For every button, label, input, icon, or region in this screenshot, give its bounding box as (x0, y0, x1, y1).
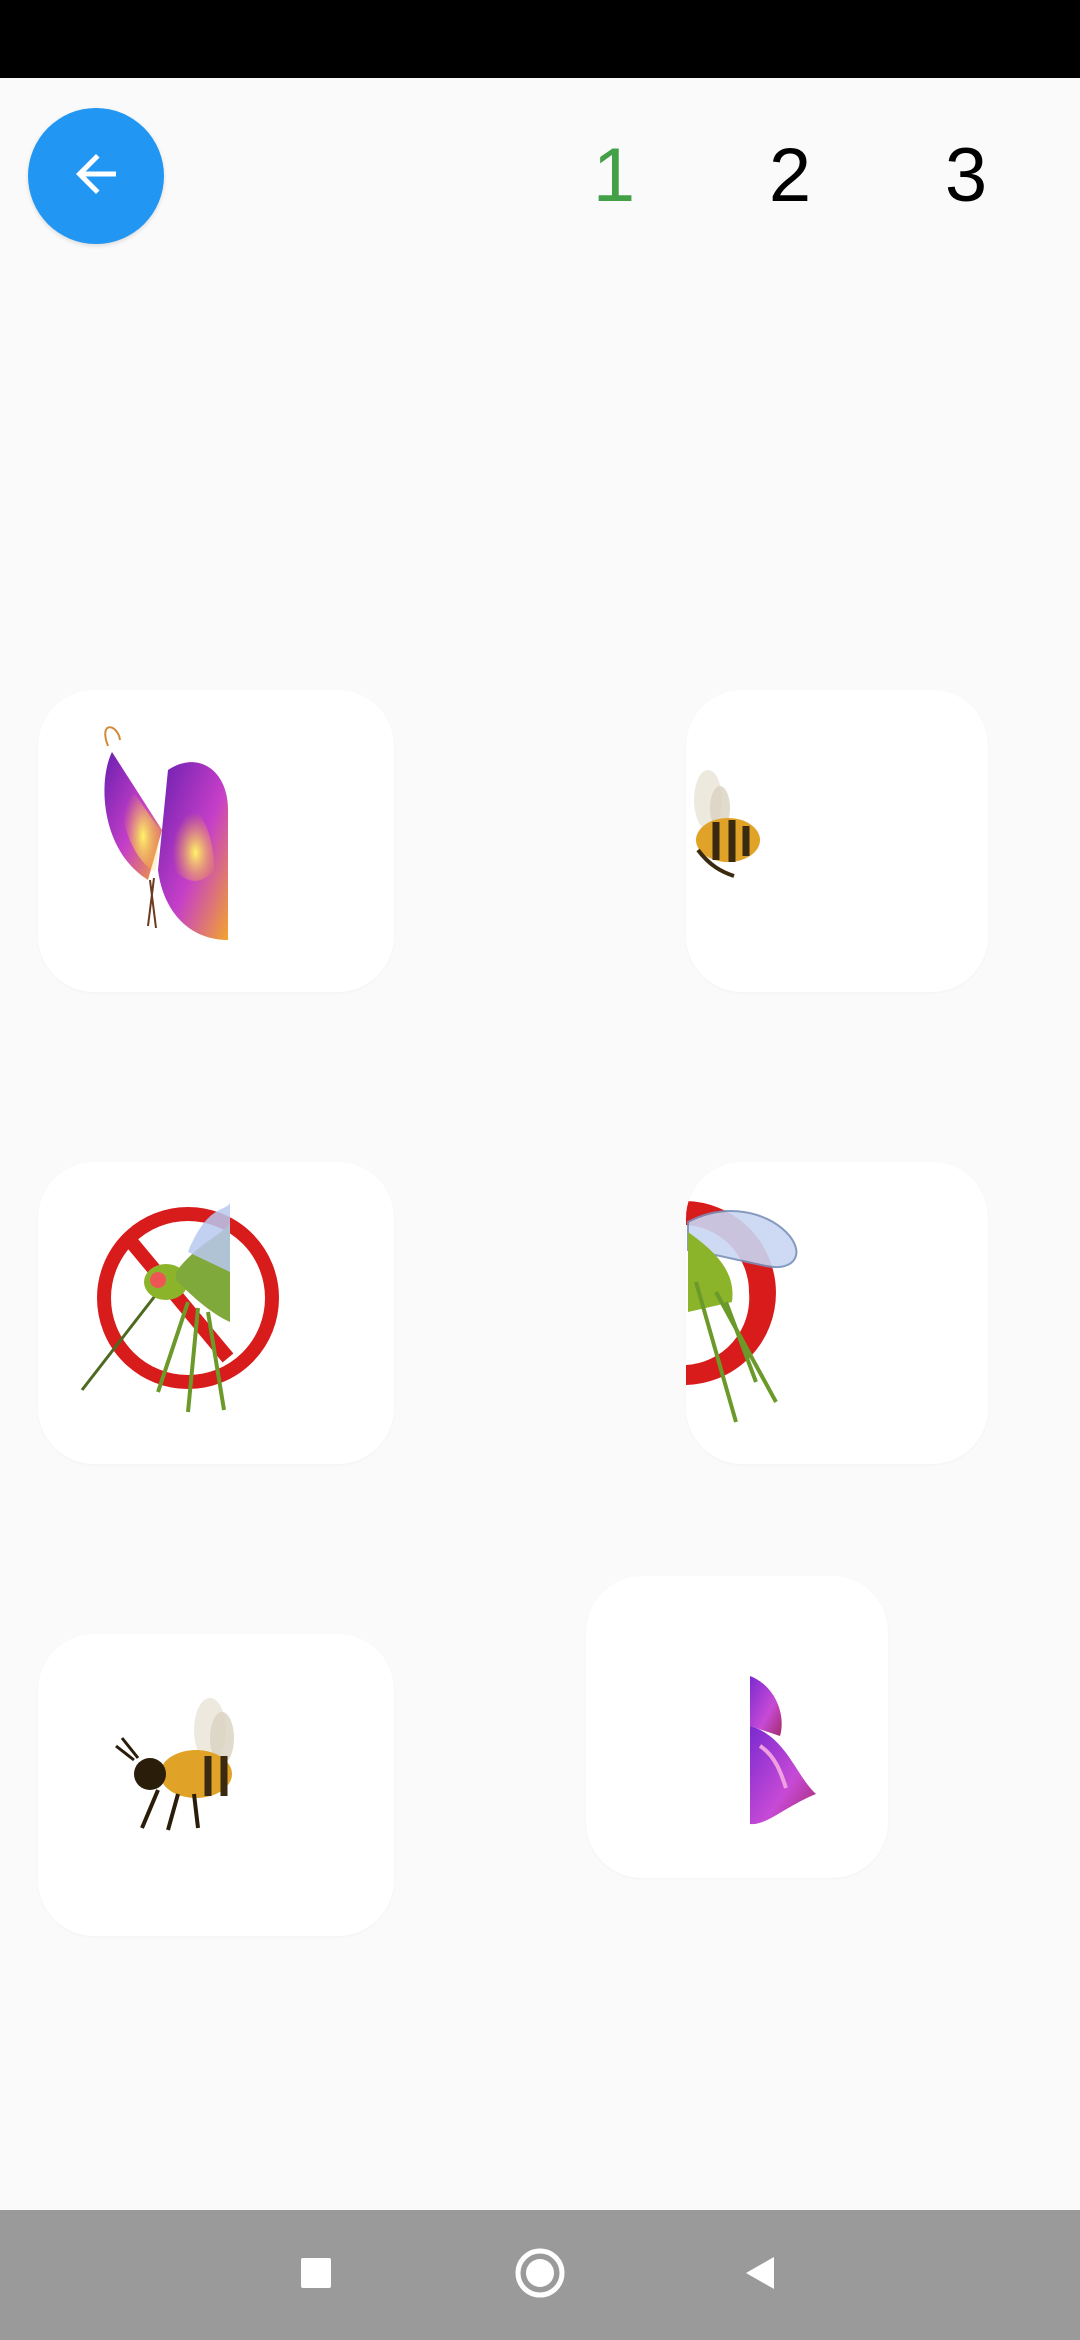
level-2-tab[interactable]: 2 (750, 128, 830, 224)
back-button[interactable] (28, 108, 164, 244)
mosquito-left-half-image (80, 1202, 279, 1413)
recents-button[interactable] (256, 2210, 376, 2340)
puzzle-card-mosquito-right[interactable] (686, 1162, 988, 1464)
puzzle-card-butterfly-right[interactable] (586, 1576, 888, 1878)
puzzle-card-bee-right[interactable] (686, 690, 988, 992)
puzzle-card-butterfly-left[interactable] (38, 690, 394, 992)
bee-left-half-image (115, 1698, 234, 1831)
status-bar (0, 0, 1080, 78)
circle-home-icon (514, 2247, 566, 2304)
level-3-tab[interactable]: 3 (926, 128, 1006, 224)
square-recents-icon (299, 2256, 333, 2295)
home-button[interactable] (480, 2210, 600, 2340)
puzzle-card-bee-left[interactable] (38, 1634, 394, 1936)
arrow-left-icon (66, 144, 126, 209)
system-nav-bar (0, 2210, 1080, 2340)
triangle-back-icon (740, 2253, 780, 2298)
butterfly-left-half-image (104, 726, 228, 940)
butterfly-right-half-image (750, 1676, 816, 1825)
puzzle-card-mosquito-left[interactable] (38, 1162, 394, 1464)
system-back-button[interactable] (700, 2210, 820, 2340)
bee-right-half-image (694, 770, 760, 878)
level-1-tab[interactable]: 1 (574, 128, 654, 224)
mosquito-right-half-image (686, 1201, 798, 1423)
